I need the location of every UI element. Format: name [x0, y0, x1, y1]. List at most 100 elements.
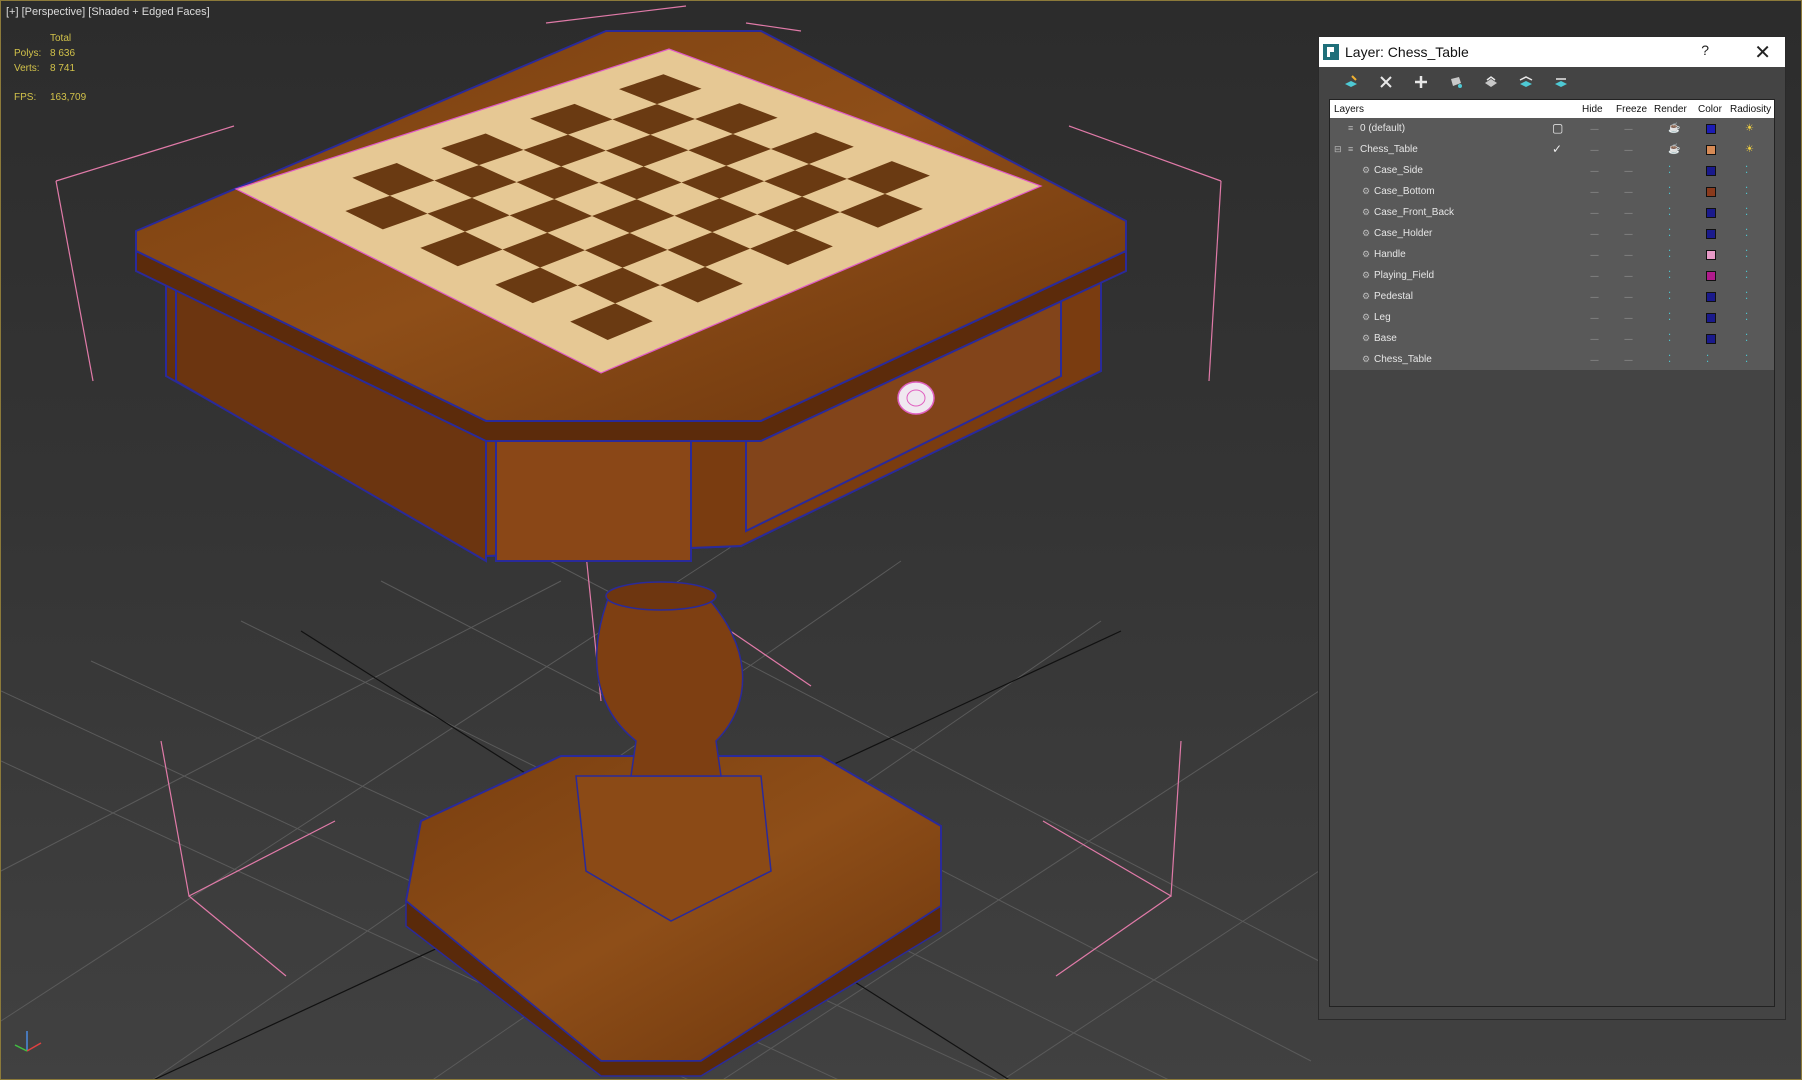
render-toggle[interactable]: ⁚	[1668, 270, 1671, 281]
add-to-layer-button[interactable]	[1411, 72, 1431, 92]
freeze-all-button[interactable]	[1551, 72, 1571, 92]
viewport-menu-plus[interactable]: [+]	[6, 6, 19, 18]
radiosity-toggle[interactable]: ⁚	[1745, 354, 1748, 365]
object-row[interactable]: ⚙ Handle ---- ---- ⁚ ⁚	[1330, 244, 1774, 265]
hide-toggle[interactable]: ----	[1590, 187, 1599, 197]
layer-name[interactable]: Case_Side	[1374, 165, 1423, 176]
freeze-toggle[interactable]: ----	[1624, 145, 1633, 155]
radiosity-toggle[interactable]: ⁚	[1745, 228, 1748, 239]
radiosity-toggle[interactable]: ⁚	[1745, 312, 1748, 323]
hide-toggle[interactable]: ----	[1590, 292, 1599, 302]
render-toggle[interactable]: ⁚	[1668, 186, 1671, 197]
current-layer-box-icon[interactable]: ▢	[1552, 121, 1563, 135]
col-freeze[interactable]: Freeze	[1616, 104, 1647, 115]
freeze-toggle[interactable]: ----	[1624, 271, 1633, 281]
hide-toggle[interactable]: ----	[1590, 313, 1599, 323]
hide-toggle[interactable]: ----	[1590, 250, 1599, 260]
render-teapot-icon[interactable]: ☕	[1668, 123, 1680, 134]
layer-color-swatch[interactable]	[1706, 271, 1716, 281]
object-row[interactable]: ⚙ Leg ---- ---- ⁚ ⁚	[1330, 307, 1774, 328]
freeze-toggle[interactable]: ----	[1624, 250, 1633, 260]
freeze-toggle[interactable]: ----	[1624, 292, 1633, 302]
freeze-toggle[interactable]: ----	[1624, 229, 1633, 239]
layer-color-swatch[interactable]	[1706, 124, 1716, 134]
layer-row[interactable]: ⊟ ≡ Chess_Table ✓ ---- ---- ☕ ☀	[1330, 139, 1774, 160]
viewport-shading-label[interactable]: [Shaded + Edged Faces]	[88, 6, 209, 18]
hide-toggle[interactable]: ----	[1590, 145, 1599, 155]
object-row[interactable]: ⚙ Pedestal ---- ---- ⁚ ⁚	[1330, 286, 1774, 307]
object-row[interactable]: ⚙ Case_Side ---- ---- ⁚ ⁚	[1330, 160, 1774, 181]
select-in-layer-button[interactable]	[1446, 72, 1466, 92]
col-color[interactable]: Color	[1698, 104, 1722, 115]
layer-name[interactable]: Chess_Table	[1374, 354, 1432, 365]
create-layer-button[interactable]	[1341, 72, 1361, 92]
close-button[interactable]: ✕	[1754, 40, 1771, 65]
radiosity-toggle[interactable]: ⁚	[1745, 186, 1748, 197]
color-by-layer-toggle[interactable]: ⁚	[1706, 354, 1709, 365]
layer-color-swatch[interactable]	[1706, 166, 1716, 176]
dialog-titlebar[interactable]: Layer: Chess_Table ? ✕	[1319, 37, 1785, 67]
collapse-toggle-icon[interactable]: ⊟	[1334, 144, 1342, 155]
object-row[interactable]: ⚙ Case_Bottom ---- ---- ⁚ ⁚	[1330, 181, 1774, 202]
layer-color-swatch[interactable]	[1706, 229, 1716, 239]
layer-name[interactable]: Chess_Table	[1360, 144, 1418, 155]
col-radiosity[interactable]: Radiosity	[1730, 104, 1771, 115]
freeze-toggle[interactable]: ----	[1624, 355, 1633, 365]
hide-all-button[interactable]	[1516, 72, 1536, 92]
render-teapot-icon[interactable]: ☕	[1668, 144, 1680, 155]
radiosity-toggle[interactable]: ⁚	[1745, 270, 1748, 281]
layer-color-swatch[interactable]	[1706, 208, 1716, 218]
freeze-toggle[interactable]: ----	[1624, 187, 1633, 197]
layer-name[interactable]: Base	[1374, 333, 1397, 344]
freeze-toggle[interactable]: ----	[1624, 313, 1633, 323]
hide-toggle[interactable]: ----	[1590, 355, 1599, 365]
render-toggle[interactable]: ⁚	[1668, 207, 1671, 218]
render-toggle[interactable]: ⁚	[1668, 333, 1671, 344]
object-row[interactable]: ⚙ Case_Front_Back ---- ---- ⁚ ⁚	[1330, 202, 1774, 223]
hide-toggle[interactable]: ----	[1590, 124, 1599, 134]
layer-row[interactable]: ≡ 0 (default) ▢ ---- ---- ☕ ☀	[1330, 118, 1774, 139]
radiosity-toggle[interactable]: ⁚	[1745, 333, 1748, 344]
layer-name[interactable]: Case_Bottom	[1374, 186, 1435, 197]
layer-name[interactable]: Pedestal	[1374, 291, 1413, 302]
layer-dialog[interactable]: Layer: Chess_Table ? ✕ Layers Hide Freez…	[1318, 36, 1786, 1020]
current-layer-check-icon[interactable]: ✓	[1552, 142, 1562, 156]
radiosity-sun-icon[interactable]: ☀	[1745, 144, 1754, 155]
layer-color-swatch[interactable]	[1706, 292, 1716, 302]
render-toggle[interactable]: ⁚	[1668, 291, 1671, 302]
render-toggle[interactable]: ⁚	[1668, 312, 1671, 323]
render-toggle[interactable]: ⁚	[1668, 228, 1671, 239]
viewport-label[interactable]: [+] [Perspective] [Shaded + Edged Faces]	[6, 6, 210, 18]
layer-name[interactable]: Case_Holder	[1374, 228, 1432, 239]
hide-toggle[interactable]: ----	[1590, 208, 1599, 218]
hide-toggle[interactable]: ----	[1590, 334, 1599, 344]
hide-toggle[interactable]: ----	[1590, 271, 1599, 281]
layer-name[interactable]: Playing_Field	[1374, 270, 1434, 281]
render-toggle[interactable]: ⁚	[1668, 249, 1671, 260]
highlight-layer-button[interactable]	[1481, 72, 1501, 92]
radiosity-toggle[interactable]: ⁚	[1745, 165, 1748, 176]
layer-color-swatch[interactable]	[1706, 313, 1716, 323]
freeze-toggle[interactable]: ----	[1624, 124, 1633, 134]
hide-toggle[interactable]: ----	[1590, 166, 1599, 176]
delete-layer-button[interactable]	[1376, 72, 1396, 92]
layer-color-swatch[interactable]	[1706, 334, 1716, 344]
freeze-toggle[interactable]: ----	[1624, 334, 1633, 344]
render-toggle[interactable]: ⁚	[1668, 165, 1671, 176]
layer-name[interactable]: Leg	[1374, 312, 1391, 323]
hide-toggle[interactable]: ----	[1590, 229, 1599, 239]
freeze-toggle[interactable]: ----	[1624, 208, 1633, 218]
help-button[interactable]: ?	[1701, 42, 1709, 58]
col-layers[interactable]: Layers	[1334, 104, 1364, 115]
radiosity-toggle[interactable]: ⁚	[1745, 291, 1748, 302]
object-row[interactable]: ⚙ Playing_Field ---- ---- ⁚ ⁚	[1330, 265, 1774, 286]
object-row[interactable]: ⚙ Chess_Table ---- ---- ⁚ ⁚ ⁚	[1330, 349, 1774, 370]
freeze-toggle[interactable]: ----	[1624, 166, 1633, 176]
layer-name[interactable]: 0 (default)	[1360, 123, 1405, 134]
radiosity-sun-icon[interactable]: ☀	[1745, 123, 1754, 134]
layer-color-swatch[interactable]	[1706, 250, 1716, 260]
object-row[interactable]: ⚙ Base ---- ---- ⁚ ⁚	[1330, 328, 1774, 349]
layer-color-swatch[interactable]	[1706, 187, 1716, 197]
layer-name[interactable]: Case_Front_Back	[1374, 207, 1454, 218]
render-toggle[interactable]: ⁚	[1668, 354, 1671, 365]
